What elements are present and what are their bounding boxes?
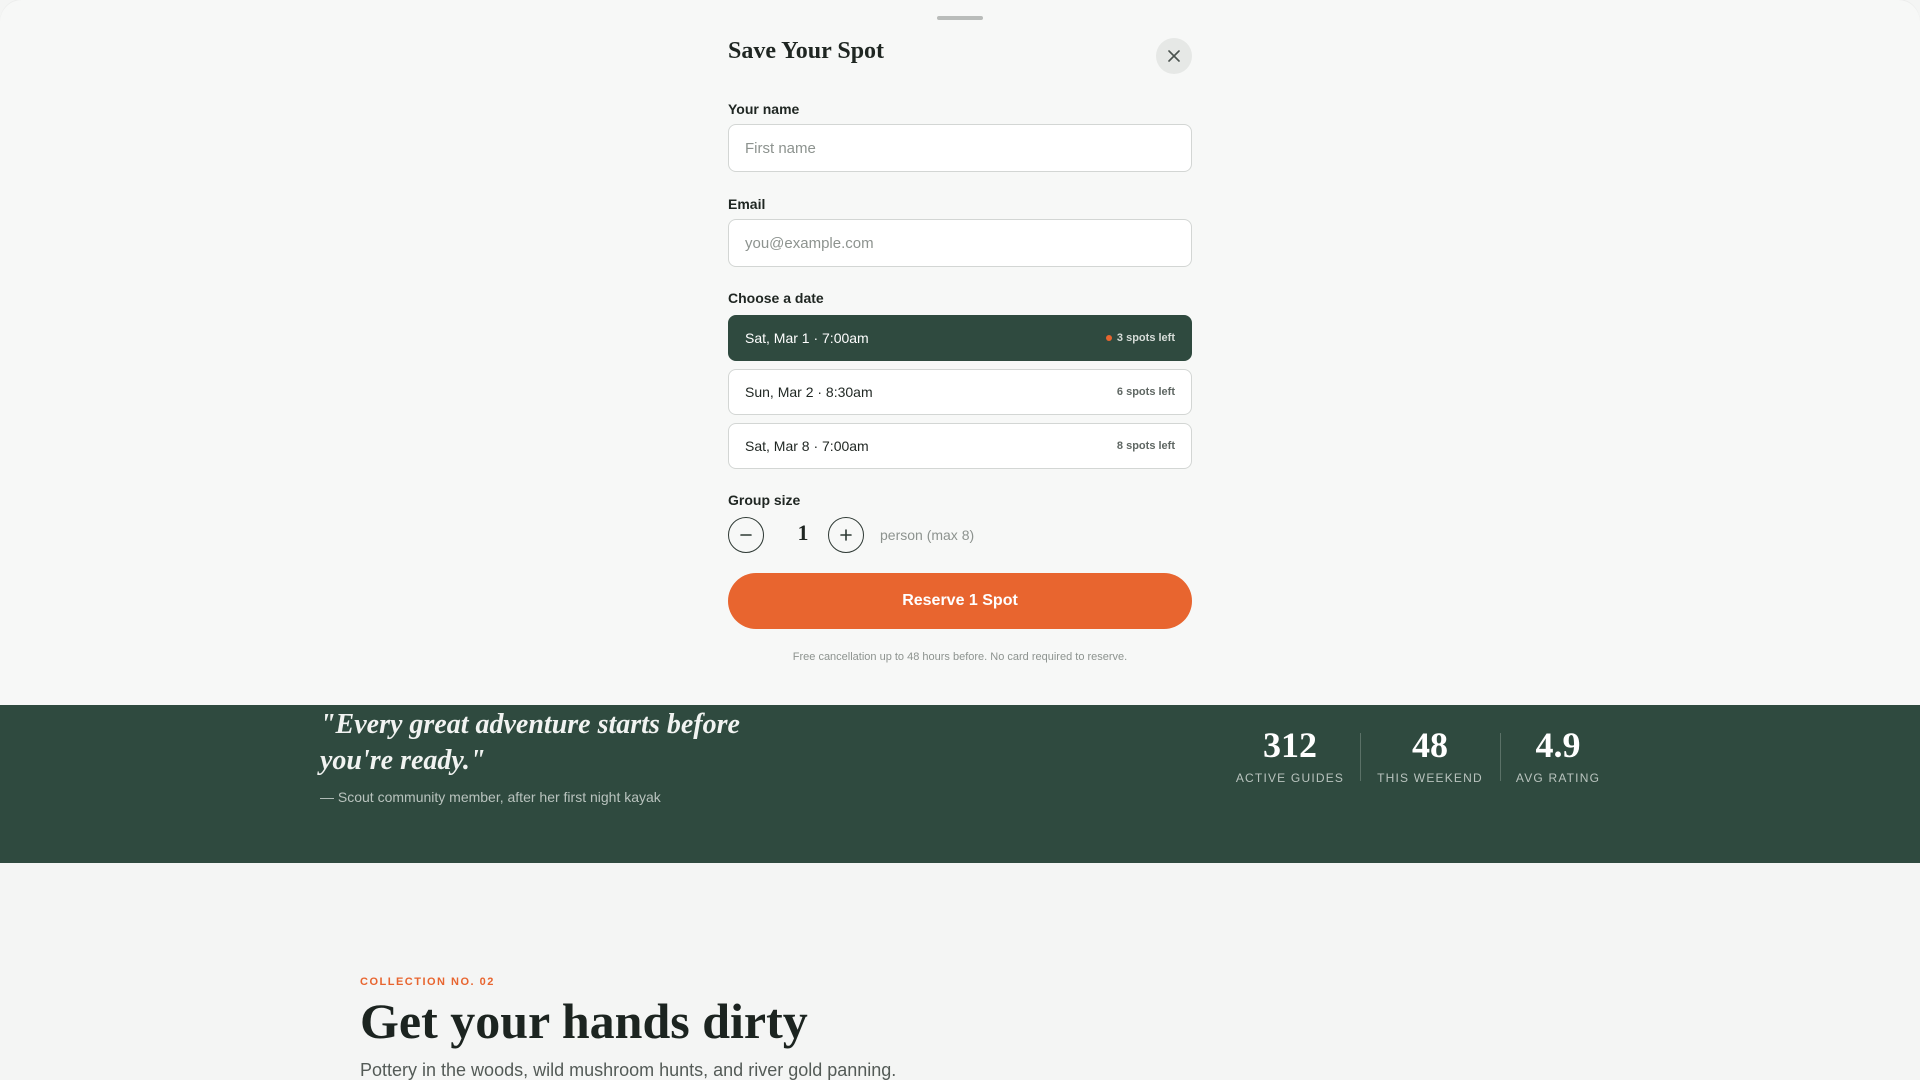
cancellation-note: Free cancellation up to 48 hours before.… bbox=[792, 651, 1128, 663]
date-option-text: Sun, Mar 2 · 8:30am bbox=[745, 384, 873, 400]
date-option-mar-8[interactable]: Sat, Mar 8 · 7:00am 8 spots left bbox=[728, 423, 1192, 469]
name-input[interactable] bbox=[728, 124, 1192, 172]
stat-label: THIS WEEKEND bbox=[1377, 771, 1483, 785]
email-label: Email bbox=[728, 196, 766, 212]
plus-icon bbox=[840, 529, 852, 541]
reserve-button[interactable]: Reserve 1 Spot bbox=[728, 573, 1192, 629]
stat-this-weekend: 48 THIS WEEKEND bbox=[1360, 725, 1500, 785]
name-label: Your name bbox=[728, 101, 800, 117]
group-size-value: 1 bbox=[797, 520, 809, 545]
spots-left-text: 6 spots left bbox=[1116, 386, 1175, 398]
drag-handle[interactable] bbox=[937, 16, 983, 20]
group-size-label: Group size bbox=[728, 492, 801, 508]
close-icon bbox=[1168, 50, 1180, 62]
stat-label: ACTIVE GUIDES bbox=[1235, 771, 1345, 785]
testimonial-band: "Every great adventure starts before you… bbox=[0, 705, 1920, 863]
increment-button[interactable] bbox=[828, 517, 864, 553]
email-input[interactable] bbox=[728, 219, 1192, 267]
spots-left-text: 8 spots left bbox=[1116, 440, 1175, 452]
booking-sheet: Save Your Spot Your name Email Choose a … bbox=[0, 0, 1920, 705]
date-option-mar-1[interactable]: Sat, Mar 1 · 7:00am 3 spots left bbox=[728, 315, 1192, 361]
date-option-text: Sat, Mar 8 · 7:00am bbox=[745, 438, 869, 454]
spots-left-badge: 3 spots left bbox=[1105, 332, 1175, 344]
decrement-button[interactable] bbox=[728, 517, 764, 553]
sheet-title: Save Your Spot bbox=[728, 38, 885, 64]
collection-subtitle: Pottery in the woods, wild mushroom hunt… bbox=[360, 1060, 897, 1080]
low-availability-dot-icon bbox=[1105, 335, 1112, 341]
stat-value: 312 bbox=[1263, 725, 1317, 765]
stat-value: 4.9 bbox=[1535, 725, 1581, 765]
date-label: Choose a date bbox=[728, 290, 824, 306]
group-size-note: person (max 8) bbox=[880, 527, 975, 543]
stat-active-guides: 312 ACTIVE GUIDES bbox=[1220, 725, 1360, 785]
spots-left-text: 3 spots left bbox=[1116, 332, 1175, 344]
date-option-mar-2[interactable]: Sun, Mar 2 · 8:30am 6 spots left bbox=[728, 369, 1192, 415]
stat-value: 48 bbox=[1412, 725, 1448, 765]
testimonial-quote: "Every great adventure starts before you… bbox=[320, 709, 740, 776]
stat-avg-rating: 4.9 AVG RATING bbox=[1488, 725, 1628, 785]
testimonial-attribution: — Scout community member, after her firs… bbox=[320, 789, 661, 805]
collection-eyebrow: COLLECTION NO. 02 bbox=[360, 976, 495, 988]
stat-label: AVG RATING bbox=[1515, 771, 1601, 785]
date-option-text: Sat, Mar 1 · 7:00am bbox=[745, 330, 869, 346]
minus-icon bbox=[740, 534, 752, 536]
close-button[interactable] bbox=[1156, 38, 1192, 74]
collection-title: Get your hands dirty bbox=[360, 993, 808, 1049]
page: Save Your Spot Your name Email Choose a … bbox=[0, 0, 1920, 1080]
